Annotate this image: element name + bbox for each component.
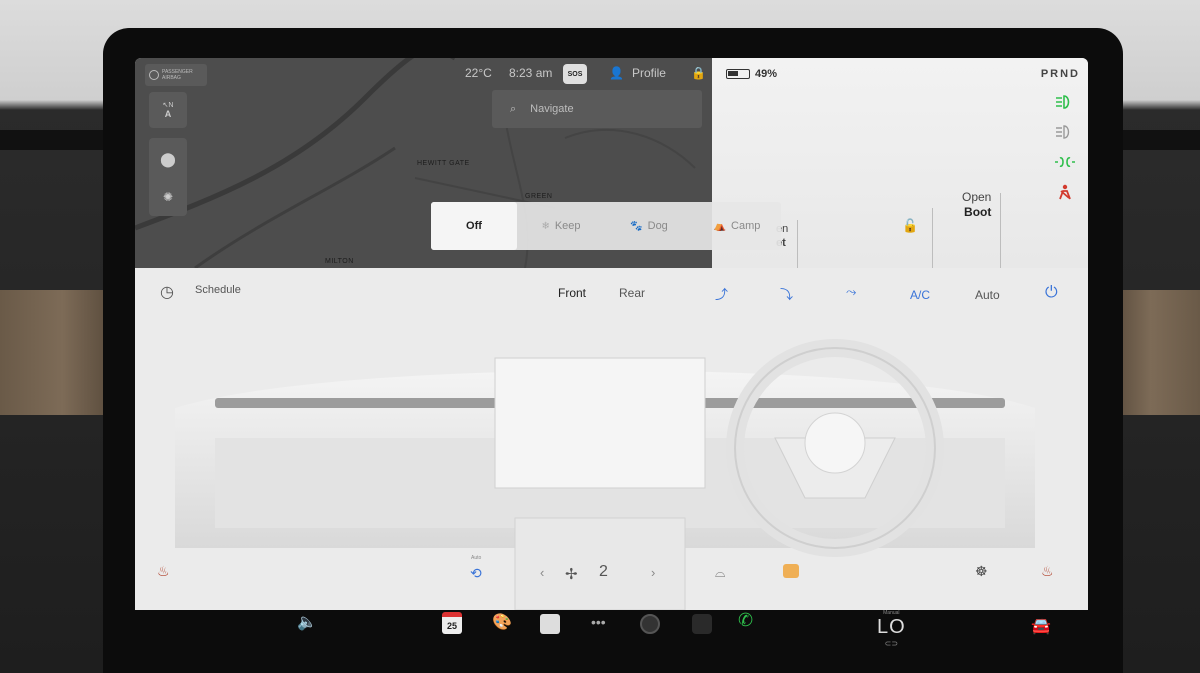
notes-icon[interactable] <box>540 614 560 634</box>
map-label: MILTON <box>325 258 354 265</box>
media-icon[interactable] <box>692 614 712 634</box>
search-icon: ⌕ <box>510 102 517 115</box>
front-tab[interactable]: Front <box>558 286 586 300</box>
unlock-icon[interactable]: 🔓 <box>902 218 918 234</box>
person-icon: 👤 <box>609 66 624 80</box>
keep-mode-keep[interactable]: ❄ Keep <box>517 202 605 250</box>
navigate-placeholder: Navigate <box>530 103 574 115</box>
calendar-app-button[interactable]: 25 <box>442 612 462 634</box>
settings-icon[interactable]: ✺ <box>163 190 173 204</box>
fan-icon: ❄ <box>541 220 550 232</box>
fog-light-icon <box>1055 157 1075 167</box>
airbag-off-icon <box>149 70 159 80</box>
toybox-icon[interactable]: 🎨 <box>492 612 512 632</box>
wood-trim-right <box>1118 290 1200 415</box>
clock-icon[interactable]: ◷ <box>160 282 174 302</box>
passenger-seat-heater-icon[interactable]: ♨ <box>1041 563 1054 580</box>
airbag-text-line: AIRBAG <box>162 75 181 81</box>
profile-button[interactable]: 👤 Profile <box>609 66 666 80</box>
fan-increase-icon[interactable]: › <box>651 565 655 580</box>
wood-trim-left <box>0 290 104 415</box>
temperature-control[interactable]: Manual LO ⊂⊃ <box>877 610 906 648</box>
boot-callout-line <box>1000 193 1001 268</box>
temperature-value: LO <box>877 616 906 638</box>
open-boot-button[interactable]: Open Boot <box>962 190 991 220</box>
airflow-feet-icon[interactable]: ⤵ <box>780 284 793 303</box>
climate-bottom-row: ♨ Auto ⟲ ‹ ✢ 2 › ⌓ ☸ ♨ <box>135 555 1088 593</box>
rear-tab[interactable]: Rear <box>619 286 645 300</box>
compass-icon: ↖N <box>162 102 174 109</box>
front-defrost-icon[interactable]: ⌓ <box>715 565 725 581</box>
keep-mode-camp[interactable]: ⛺ Camp <box>693 202 781 250</box>
compass-button[interactable]: ↖N A <box>149 92 187 128</box>
keep-mode-label: Dog <box>647 220 668 232</box>
profile-label: Profile <box>631 66 666 80</box>
more-apps-icon[interactable]: ••• <box>591 614 606 630</box>
driver-seat-heater-icon[interactable]: ♨ <box>157 563 170 580</box>
climate-top-row: ◷ Schedule Front Rear ⤴ ⤵ ⤳ A/C Auto ⏻ <box>135 284 1088 308</box>
taskbar: 🔈 25 🎨 ••• ✆ Manual LO ⊂⊃ 🚘 <box>135 610 1088 670</box>
keep-mode-label: Off <box>466 220 482 232</box>
airflow-windshield-icon[interactable]: ⤳ <box>846 284 856 300</box>
touchscreen: HEWITT GATE GREEN MILTON PASSENGER AIRBA… <box>135 58 1088 610</box>
schedule-button[interactable]: Schedule <box>195 284 241 296</box>
passenger-airbag-indicator: PASSENGER AIRBAG <box>145 64 207 86</box>
auto-high-beam-icon <box>1056 125 1070 139</box>
gear-indicator: PRND <box>1040 68 1080 80</box>
battery-icon <box>726 69 750 79</box>
map-label: HEWITT GATE <box>417 160 470 167</box>
clock: 8:23 am <box>509 66 553 80</box>
open-boot-line1: Open <box>962 190 992 204</box>
frunk-callout-line <box>797 220 798 268</box>
compass-letter: A <box>164 109 172 119</box>
keep-mode-label: Camp <box>731 220 761 232</box>
navigate-search[interactable]: ⌕ Navigate <box>492 90 702 128</box>
phone-icon[interactable]: ✆ <box>738 610 753 631</box>
map-controls: ⬤ ✺ <box>149 138 187 216</box>
location-pin-icon[interactable]: ⬤ <box>160 151 176 168</box>
airflow-face-icon[interactable]: ⤴ <box>715 284 728 303</box>
steering-wheel-heater-icon[interactable]: ☸ <box>975 563 988 580</box>
seat-link-icon: ⊂⊃ <box>884 639 899 648</box>
keep-mode-dog[interactable]: 🐾 Dog <box>605 202 693 250</box>
open-boot-line2: Boot <box>964 205 992 219</box>
auto-button[interactable]: Auto <box>975 288 1000 302</box>
recirculation-icon[interactable]: ⟲ <box>470 565 482 582</box>
power-icon[interactable]: ⏻ <box>1045 284 1058 302</box>
volume-icon[interactable]: 🔈 <box>297 612 317 632</box>
lock-callout-line <box>932 208 933 268</box>
outside-temperature: 22°C <box>465 66 492 80</box>
fan-decrease-icon[interactable]: ‹ <box>540 565 544 580</box>
recirc-auto-label: Auto <box>471 555 482 561</box>
lock-icon[interactable]: 🔒 <box>691 66 706 80</box>
keep-mode-label: Keep <box>554 220 581 232</box>
ac-button[interactable]: A/C <box>910 288 930 302</box>
rear-defrost-icon[interactable] <box>783 564 799 578</box>
seatbelt-warning-icon <box>1059 184 1071 200</box>
sos-button[interactable]: SOS <box>563 64 587 84</box>
low-beam-icon <box>1056 95 1070 109</box>
battery-percent: 49% <box>755 68 778 80</box>
climate-panel: ◷ Schedule Front Rear ⤴ ⤵ ⤳ A/C Auto ⏻ ♨… <box>135 268 1088 610</box>
calendar-icon: 25 <box>442 612 462 634</box>
paw-icon: 🐾 <box>630 220 643 232</box>
climate-keeper-selector: Off ❄ Keep 🐾 Dog ⛺ Camp <box>431 202 781 250</box>
keep-mode-off[interactable]: Off <box>431 202 517 250</box>
camera-icon[interactable] <box>640 614 660 634</box>
fan-icon: ✢ <box>565 566 578 583</box>
tent-icon: ⛺ <box>713 220 727 232</box>
car-icon[interactable]: 🚘 <box>1031 616 1051 636</box>
fan-speed-value: 2 <box>599 563 608 580</box>
battery-status: 49% <box>726 68 777 80</box>
map-label: GREEN <box>525 193 553 200</box>
